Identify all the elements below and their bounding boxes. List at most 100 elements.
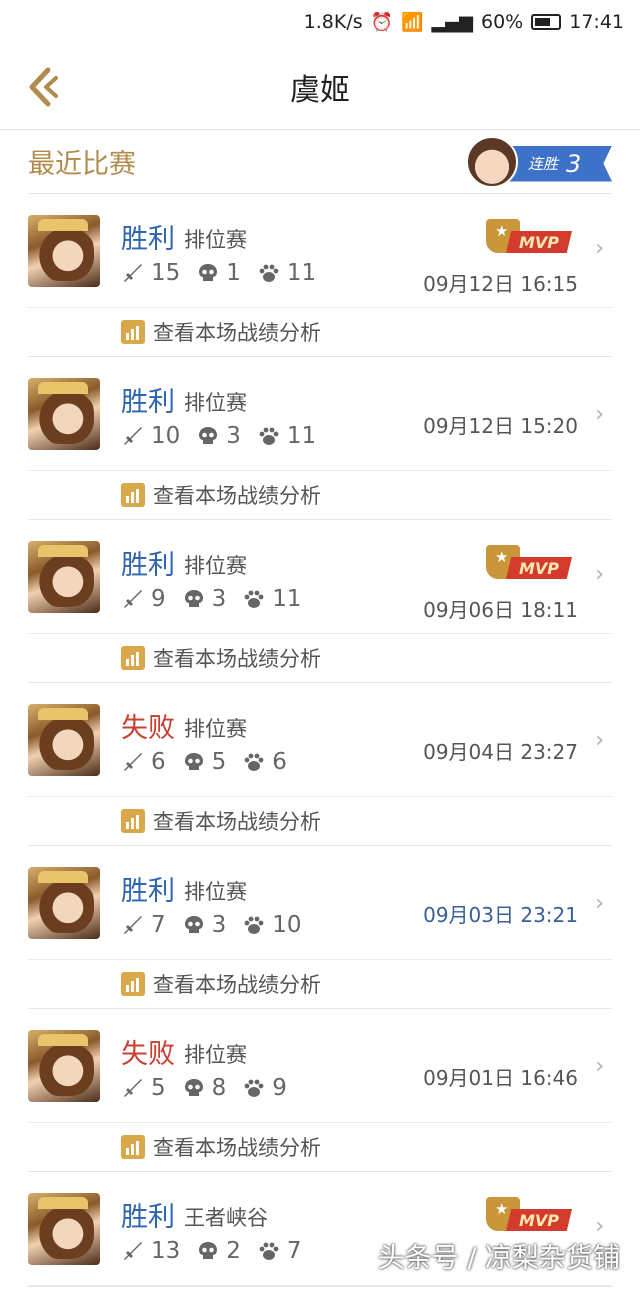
kda-stats: 7 3 10 [121, 912, 312, 938]
hero-avatar [28, 378, 100, 450]
chevron-right-icon[interactable]: › [595, 402, 604, 427]
match-result: 失败 [121, 1039, 175, 1070]
assists-value: 6 [272, 749, 287, 775]
deaths-value: 3 [211, 586, 227, 612]
match-mode: 排位赛 [184, 1043, 247, 1067]
kills-value: 15 [151, 260, 181, 286]
match-time: 09月06日 18:11 [423, 598, 578, 622]
win-streak-badge: 连胜 3 [462, 134, 612, 190]
kills-value: 10 [151, 423, 181, 449]
chevron-right-icon[interactable]: › [595, 891, 604, 916]
match-time: 09月01日 16:46 [423, 1066, 578, 1090]
deaths-value: 2 [226, 1238, 241, 1264]
bar-chart-icon [121, 809, 145, 833]
back-chevron-icon[interactable] [26, 66, 66, 108]
chevron-right-icon[interactable]: › [595, 1054, 604, 1079]
kda-stats: 10 3 11 [121, 423, 326, 449]
bar-chart-icon [121, 972, 145, 996]
match-card: 胜利 排位赛 10 3 11 09月12日 15:20 › 查看本场战绩分析 [28, 357, 612, 520]
match-summary[interactable]: 胜利排位赛 9 3 11 MVP 09月06日 18:11 › [28, 520, 612, 634]
battery-icon [531, 14, 562, 30]
chevron-right-icon[interactable]: › [595, 236, 604, 261]
kills-value: 7 [151, 912, 166, 938]
view-analysis-link[interactable]: 查看本场战绩分析 [28, 634, 612, 682]
chevron-right-icon[interactable]: › [595, 562, 604, 587]
match-mode: 排位赛 [184, 391, 247, 415]
match-summary[interactable]: 胜利 排位赛 7 3 10 09月03日 23:21 › [28, 846, 612, 960]
match-mode: 王者峡谷 [184, 1206, 268, 1230]
sword-icon [121, 261, 145, 285]
skull-icon [182, 587, 206, 611]
sword-icon [121, 913, 145, 937]
skull-icon [196, 424, 220, 448]
sword-icon [121, 424, 145, 448]
hero-avatar [28, 1193, 100, 1265]
hero-avatar [28, 541, 100, 613]
battery-percent: 60% [481, 11, 524, 33]
match-card: 胜利排位赛15111MVP09月12日 16:15›查看本场战绩分析 [28, 194, 612, 357]
paw-icon [257, 261, 281, 285]
paw-icon [242, 750, 266, 774]
streak-label: 连胜 [528, 155, 559, 173]
mvp-label: MVP [506, 557, 572, 579]
kda-stats: 6 5 6 [121, 749, 297, 775]
deaths-value: 3 [226, 423, 241, 449]
match-card: 胜利 排位赛 7 3 10 09月03日 23:21 › 查看本场战绩分析 [28, 846, 612, 1009]
alarm-icon: ⏰ [370, 11, 394, 33]
view-analysis-link[interactable]: 查看本场战绩分析 [28, 960, 612, 1008]
deaths-value: 8 [211, 1075, 227, 1101]
skull-icon [196, 261, 220, 285]
match-list: 胜利排位赛15111MVP09月12日 16:15›查看本场战绩分析胜利排位赛1… [0, 194, 640, 1287]
match-mode: 排位赛 [184, 717, 247, 741]
match-summary[interactable]: 胜利 排位赛 10 3 11 09月12日 15:20 › [28, 357, 612, 471]
view-analysis-link[interactable]: 查看本场战绩分析 [28, 308, 612, 356]
view-analysis-label: 查看本场战绩分析 [153, 1136, 321, 1160]
streak-count: 3 [566, 149, 582, 178]
wifi-icon: 📶 [401, 11, 424, 33]
assists-value: 7 [286, 1238, 302, 1264]
match-mode: 排位赛 [184, 554, 247, 578]
match-result: 胜利 [121, 387, 175, 418]
sword-icon [121, 1076, 145, 1100]
view-analysis-link[interactable]: 查看本场战绩分析 [28, 797, 612, 845]
match-result: 胜利 [121, 550, 175, 581]
recent-matches-header: 最近比赛 连胜 3 [28, 130, 612, 194]
assists-value: 9 [272, 1075, 287, 1101]
deaths-value: 5 [211, 749, 227, 775]
paw-icon [242, 587, 266, 611]
bar-chart-icon [121, 1135, 145, 1159]
assists-value: 10 [272, 912, 302, 938]
kills-value: 5 [151, 1075, 166, 1101]
view-analysis-label: 查看本场战绩分析 [153, 647, 321, 671]
view-analysis-label: 查看本场战绩分析 [153, 484, 321, 508]
chevron-right-icon[interactable]: › [595, 728, 604, 753]
hero-avatar [28, 1030, 100, 1102]
character-avatar [466, 135, 518, 188]
match-time: 09月04日 23:27 [423, 740, 578, 764]
kills-value: 13 [151, 1238, 181, 1264]
nav-bar: 虞姬 [0, 44, 640, 130]
match-summary[interactable]: 失败 排位赛 5 8 9 09月01日 16:46 › [28, 1009, 612, 1123]
deaths-value: 1 [226, 260, 241, 286]
bar-chart-icon [121, 320, 145, 344]
kda-stats: 15 1 11 [121, 260, 326, 286]
skull-icon [182, 750, 206, 774]
match-summary[interactable]: 胜利排位赛15111MVP09月12日 16:15› [28, 194, 612, 308]
view-analysis-link[interactable]: 查看本场战绩分析 [28, 1123, 612, 1171]
network-speed: 1.8K/s [303, 11, 363, 33]
clock: 17:41 [569, 11, 624, 33]
match-summary[interactable]: 失败 排位赛 6 5 6 09月04日 23:27 › [28, 683, 612, 797]
signal-icon: ▂▄▆ [431, 11, 473, 33]
bar-chart-icon [121, 483, 145, 507]
view-analysis-label: 查看本场战绩分析 [153, 810, 321, 834]
match-time: 09月03日 23:21 [423, 903, 578, 927]
view-analysis-link[interactable]: 查看本场战绩分析 [28, 471, 612, 519]
kda-stats: 13 2 7 [121, 1238, 312, 1264]
mvp-label: MVP [506, 231, 572, 253]
match-card: 失败 排位赛 6 5 6 09月04日 23:27 › 查看本场战绩分析 [28, 683, 612, 846]
hero-avatar [28, 215, 100, 287]
match-time: 09月12日 15:20 [423, 414, 578, 438]
match-card: 胜利排位赛 9 3 11 MVP 09月06日 18:11 › 查看本场战绩分析 [28, 520, 612, 683]
bar-chart-icon [121, 646, 145, 670]
view-analysis-label: 查看本场战绩分析 [153, 973, 321, 997]
